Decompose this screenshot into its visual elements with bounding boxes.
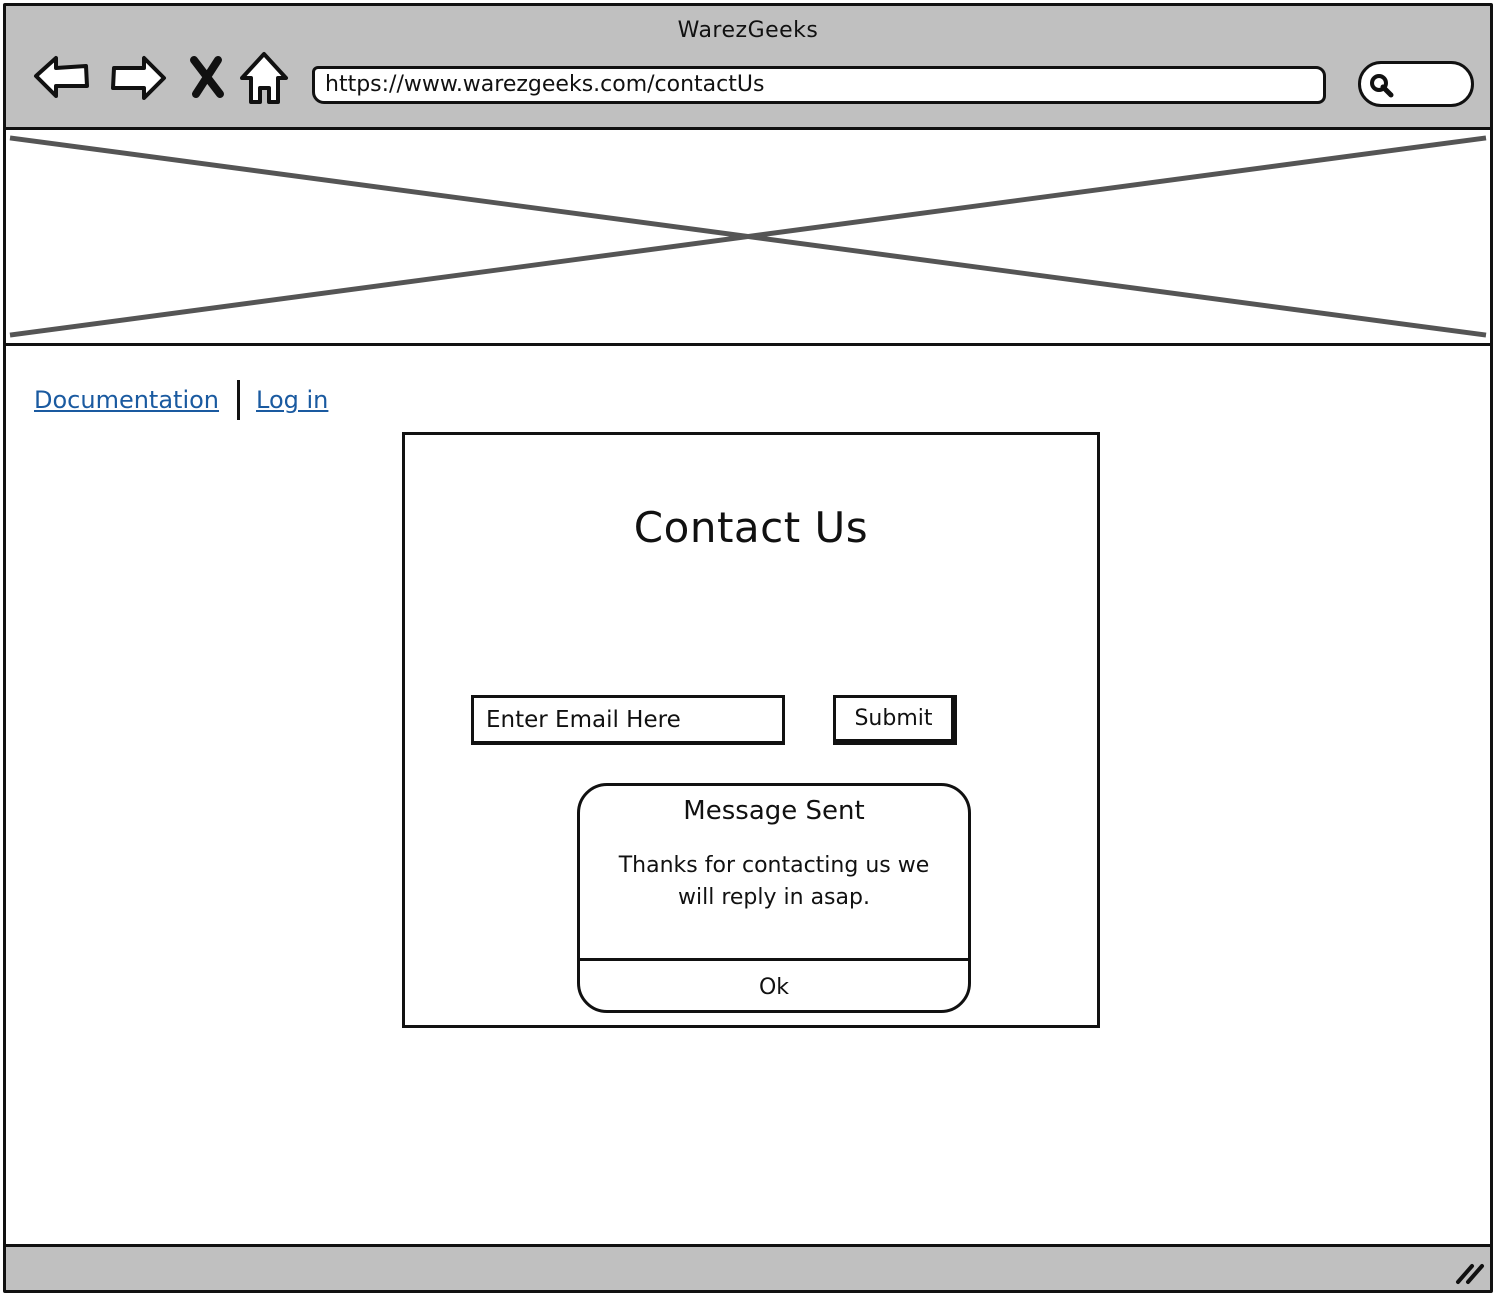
resize-grip-icon[interactable] [1452, 1256, 1486, 1286]
forward-arrow-icon[interactable] [108, 48, 168, 108]
documentation-link[interactable]: Documentation [34, 386, 219, 414]
back-arrow-icon[interactable] [32, 48, 92, 108]
email-field[interactable] [471, 695, 785, 745]
window-title: WarezGeeks [677, 18, 819, 43]
nav-divider [237, 380, 241, 420]
stop-icon[interactable] [178, 48, 238, 108]
ok-button[interactable]: Ok [580, 961, 968, 1010]
search-field[interactable] [1358, 61, 1474, 107]
dialog-title: Message Sent [683, 796, 865, 826]
page-title: Contact Us [633, 503, 869, 552]
message-sent-dialog: Message Sent Thanks for contacting us we… [577, 783, 971, 1013]
home-icon[interactable] [234, 48, 294, 108]
browser-window: WarezGeeks https://www.warezgeeks.com/co… [3, 3, 1493, 1293]
login-link[interactable]: Log in [256, 386, 328, 414]
status-bar [6, 1244, 1490, 1290]
image-placeholder [6, 130, 1490, 346]
dialog-message: Thanks for contacting us we will reply i… [618, 853, 930, 910]
contact-panel: Contact Us Submit Message Sent Thanks fo… [402, 432, 1100, 1028]
submit-button[interactable]: Submit [833, 695, 957, 745]
url-bar[interactable]: https://www.warezgeeks.com/contactUs [312, 66, 1326, 104]
search-icon [1370, 74, 1394, 98]
browser-titlebar: WarezGeeks https://www.warezgeeks.com/co… [6, 6, 1490, 130]
top-nav: Documentation Log in [34, 378, 328, 422]
